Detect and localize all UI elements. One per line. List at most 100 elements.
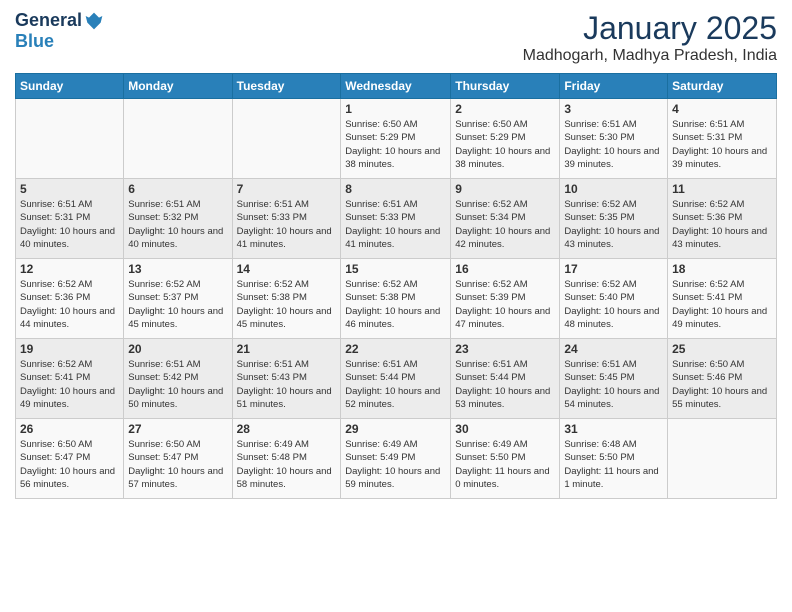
logo: General Blue <box>15 10 104 52</box>
day-number: 7 <box>237 182 337 196</box>
calendar-cell: 24 Sunrise: 6:51 AM Sunset: 5:45 PM Dayli… <box>560 339 668 419</box>
day-header-saturday: Saturday <box>668 74 777 99</box>
day-header-tuesday: Tuesday <box>232 74 341 99</box>
calendar-cell: 27 Sunrise: 6:50 AM Sunset: 5:47 PM Dayli… <box>124 419 232 499</box>
day-info: Sunrise: 6:48 AM Sunset: 5:50 PM Dayligh… <box>564 438 663 491</box>
calendar-week-3: 19 Sunrise: 6:52 AM Sunset: 5:41 PM Dayli… <box>16 339 777 419</box>
calendar-cell: 5 Sunrise: 6:51 AM Sunset: 5:31 PM Daylig… <box>16 179 124 259</box>
day-number: 18 <box>672 262 772 276</box>
calendar-cell: 7 Sunrise: 6:51 AM Sunset: 5:33 PM Daylig… <box>232 179 341 259</box>
calendar-cell: 20Sunrise: 6:51 AM Sunset: 5:42 PM Dayli… <box>124 339 232 419</box>
calendar-header-row: SundayMondayTuesdayWednesdayThursdayFrid… <box>16 74 777 99</box>
calendar-week-0: 1 Sunrise: 6:50 AM Sunset: 5:29 PM Daylig… <box>16 99 777 179</box>
page: General Blue January 2025 Madhogarh, Mad… <box>0 0 792 612</box>
day-number: 17 <box>564 262 663 276</box>
day-info: Sunrise: 6:51 AM Sunset: 5:33 PM Dayligh… <box>345 198 446 251</box>
day-number: 31 <box>564 422 663 436</box>
day-info: Sunrise: 6:50 AM Sunset: 5:47 PM Dayligh… <box>128 438 227 491</box>
calendar-cell: 28 Sunrise: 6:49 AM Sunset: 5:48 PM Dayli… <box>232 419 341 499</box>
calendar-cell: 22 Sunrise: 6:51 AM Sunset: 5:44 PM Dayli… <box>341 339 451 419</box>
day-number: 14 <box>237 262 337 276</box>
day-number: 3 <box>564 102 663 116</box>
calendar-cell: 4Sunrise: 6:51 AM Sunset: 5:31 PM Daylig… <box>668 99 777 179</box>
day-info: Sunrise: 6:51 AM Sunset: 5:44 PM Dayligh… <box>455 358 555 411</box>
day-number: 23 <box>455 342 555 356</box>
day-info: Sunrise: 6:51 AM Sunset: 5:42 PM Dayligh… <box>128 358 227 411</box>
day-info: Sunrise: 6:52 AM Sunset: 5:37 PM Dayligh… <box>128 278 227 331</box>
day-number: 16 <box>455 262 555 276</box>
day-info: Sunrise: 6:51 AM Sunset: 5:33 PM Dayligh… <box>237 198 337 251</box>
calendar: SundayMondayTuesdayWednesdayThursdayFrid… <box>15 73 777 499</box>
day-number: 24 <box>564 342 663 356</box>
location: Madhogarh, Madhya Pradesh, India <box>523 47 777 65</box>
day-info: Sunrise: 6:51 AM Sunset: 5:45 PM Dayligh… <box>564 358 663 411</box>
day-number: 13 <box>128 262 227 276</box>
calendar-cell: 12Sunrise: 6:52 AM Sunset: 5:36 PM Dayli… <box>16 259 124 339</box>
calendar-cell: 15Sunrise: 6:52 AM Sunset: 5:38 PM Dayli… <box>341 259 451 339</box>
calendar-cell: 9 Sunrise: 6:52 AM Sunset: 5:34 PM Daylig… <box>451 179 560 259</box>
day-info: Sunrise: 6:51 AM Sunset: 5:31 PM Dayligh… <box>20 198 119 251</box>
day-number: 28 <box>237 422 337 436</box>
day-number: 1 <box>345 102 446 116</box>
logo-blue-text: Blue <box>15 31 54 52</box>
day-info: Sunrise: 6:52 AM Sunset: 5:35 PM Dayligh… <box>564 198 663 251</box>
month-title: January 2025 <box>523 10 777 47</box>
day-info: Sunrise: 6:52 AM Sunset: 5:40 PM Dayligh… <box>564 278 663 331</box>
logo-icon <box>84 11 104 31</box>
day-info: Sunrise: 6:50 AM Sunset: 5:29 PM Dayligh… <box>345 118 446 171</box>
day-info: Sunrise: 6:52 AM Sunset: 5:36 PM Dayligh… <box>672 198 772 251</box>
calendar-cell: 17 Sunrise: 6:52 AM Sunset: 5:40 PM Dayli… <box>560 259 668 339</box>
day-number: 26 <box>20 422 119 436</box>
day-info: Sunrise: 6:51 AM Sunset: 5:32 PM Dayligh… <box>128 198 227 251</box>
calendar-cell: 18 Sunrise: 6:52 AM Sunset: 5:41 PM Dayli… <box>668 259 777 339</box>
day-number: 12 <box>20 262 119 276</box>
day-info: Sunrise: 6:50 AM Sunset: 5:29 PM Dayligh… <box>455 118 555 171</box>
day-info: Sunrise: 6:52 AM Sunset: 5:34 PM Dayligh… <box>455 198 555 251</box>
day-info: Sunrise: 6:52 AM Sunset: 5:41 PM Dayligh… <box>20 358 119 411</box>
day-number: 27 <box>128 422 227 436</box>
calendar-cell: 11 Sunrise: 6:52 AM Sunset: 5:36 PM Dayli… <box>668 179 777 259</box>
day-info: Sunrise: 6:49 AM Sunset: 5:50 PM Dayligh… <box>455 438 555 491</box>
day-header-monday: Monday <box>124 74 232 99</box>
calendar-cell <box>124 99 232 179</box>
day-info: Sunrise: 6:51 AM Sunset: 5:44 PM Dayligh… <box>345 358 446 411</box>
day-number: 30 <box>455 422 555 436</box>
calendar-cell: 8 Sunrise: 6:51 AM Sunset: 5:33 PM Daylig… <box>341 179 451 259</box>
day-number: 9 <box>455 182 555 196</box>
day-number: 29 <box>345 422 446 436</box>
day-info: Sunrise: 6:52 AM Sunset: 5:38 PM Dayligh… <box>345 278 446 331</box>
day-info: Sunrise: 6:49 AM Sunset: 5:48 PM Dayligh… <box>237 438 337 491</box>
day-info: Sunrise: 6:50 AM Sunset: 5:46 PM Dayligh… <box>672 358 772 411</box>
day-number: 22 <box>345 342 446 356</box>
calendar-week-1: 5 Sunrise: 6:51 AM Sunset: 5:31 PM Daylig… <box>16 179 777 259</box>
day-number: 5 <box>20 182 119 196</box>
calendar-cell: 23 Sunrise: 6:51 AM Sunset: 5:44 PM Dayli… <box>451 339 560 419</box>
calendar-cell: 10 Sunrise: 6:52 AM Sunset: 5:35 PM Dayli… <box>560 179 668 259</box>
day-number: 19 <box>20 342 119 356</box>
day-info: Sunrise: 6:51 AM Sunset: 5:31 PM Dayligh… <box>672 118 772 171</box>
calendar-cell: 16Sunrise: 6:52 AM Sunset: 5:39 PM Dayli… <box>451 259 560 339</box>
day-number: 10 <box>564 182 663 196</box>
calendar-cell <box>16 99 124 179</box>
calendar-cell <box>232 99 341 179</box>
day-info: Sunrise: 6:52 AM Sunset: 5:41 PM Dayligh… <box>672 278 772 331</box>
calendar-cell: 13 Sunrise: 6:52 AM Sunset: 5:37 PM Dayli… <box>124 259 232 339</box>
calendar-cell: 6 Sunrise: 6:51 AM Sunset: 5:32 PM Daylig… <box>124 179 232 259</box>
day-header-wednesday: Wednesday <box>341 74 451 99</box>
calendar-cell: 29Sunrise: 6:49 AM Sunset: 5:49 PM Dayli… <box>341 419 451 499</box>
header: General Blue January 2025 Madhogarh, Mad… <box>15 10 777 65</box>
day-number: 11 <box>672 182 772 196</box>
calendar-cell: 1 Sunrise: 6:50 AM Sunset: 5:29 PM Daylig… <box>341 99 451 179</box>
day-number: 8 <box>345 182 446 196</box>
day-header-sunday: Sunday <box>16 74 124 99</box>
day-info: Sunrise: 6:52 AM Sunset: 5:38 PM Dayligh… <box>237 278 337 331</box>
calendar-week-4: 26 Sunrise: 6:50 AM Sunset: 5:47 PM Dayli… <box>16 419 777 499</box>
calendar-cell <box>668 419 777 499</box>
calendar-cell: 25Sunrise: 6:50 AM Sunset: 5:46 PM Dayli… <box>668 339 777 419</box>
calendar-cell: 31 Sunrise: 6:48 AM Sunset: 5:50 PM Dayli… <box>560 419 668 499</box>
calendar-cell: 19 Sunrise: 6:52 AM Sunset: 5:41 PM Dayli… <box>16 339 124 419</box>
calendar-cell: 2Sunrise: 6:50 AM Sunset: 5:29 PM Daylig… <box>451 99 560 179</box>
day-number: 6 <box>128 182 227 196</box>
day-header-thursday: Thursday <box>451 74 560 99</box>
calendar-cell: 21Sunrise: 6:51 AM Sunset: 5:43 PM Dayli… <box>232 339 341 419</box>
